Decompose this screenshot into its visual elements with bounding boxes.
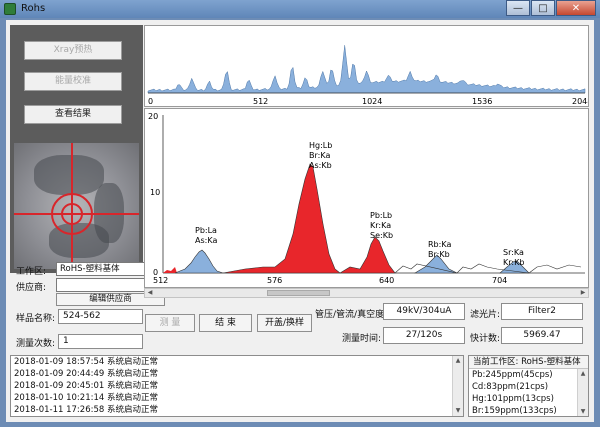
filter-value: Filter2: [501, 303, 583, 320]
end-button[interactable]: 结 束: [199, 314, 252, 332]
scroll-left-icon[interactable]: ◀: [145, 289, 155, 297]
system-log-list[interactable]: 2018-01-09 18:57:54 系统启动正常 2018-01-09 20…: [10, 355, 464, 417]
svg-text:As:Ka: As:Ka: [195, 236, 217, 245]
main-spectrum-chart[interactable]: 20 10 0 Pb:La As:Ka Hg:Lb Br:Ka As:Kb Pb…: [144, 108, 589, 288]
scroll-down-icon[interactable]: ▼: [578, 407, 588, 416]
work-area-value: RoHS-塑料基体: [60, 264, 120, 274]
measure-count-input[interactable]: 1: [58, 334, 143, 349]
results-list[interactable]: 当前工作区: RoHS-塑料基体 Pb:245ppm(45cps) Cd:83p…: [468, 355, 589, 417]
log-entry: 2018-01-09 20:44:49 系统启动正常: [14, 369, 158, 379]
result-entry: Pb:245ppm(45cps): [472, 370, 553, 380]
overview-spectrum-chart[interactable]: 0 512 1024 1536 2048: [144, 25, 592, 107]
x-tick-label: 704: [492, 276, 507, 285]
sample-name-label: 样品名称:: [16, 314, 56, 324]
crosshair-vertical: [71, 143, 73, 269]
count-rate-label: 快计数:: [470, 334, 501, 344]
peak-label-4: Rb:Ka Br:Kb: [428, 240, 451, 259]
tube-params-label: 管压/管流/真空度:: [315, 310, 388, 320]
result-entry: Cd:83ppm(21cps): [472, 382, 549, 392]
peak-label-5: Sr:Ka Kr:Kb: [503, 248, 524, 267]
close-button[interactable]: ✕: [556, 0, 596, 16]
svg-text:Kr:Ka: Kr:Ka: [370, 221, 391, 230]
scrollbar-thumb[interactable]: [267, 290, 330, 296]
minimize-button[interactable]: —: [506, 0, 530, 16]
overview-tick: 2048: [572, 97, 588, 106]
left-control-panel: Xray预热 能量校准 查看结果: [10, 25, 143, 273]
log-vertical-scrollbar[interactable]: ▲ ▼: [452, 356, 463, 416]
overview-tick: 512: [253, 97, 268, 106]
measure-time-label: 测量时间:: [342, 334, 382, 344]
app-icon: [4, 3, 16, 15]
main-spectrum-svg: 20 10 0 Pb:La As:Ka Hg:Lb Br:Ka As:Kb Pb…: [148, 112, 585, 285]
scroll-up-icon[interactable]: ▲: [453, 356, 463, 366]
svg-text:Pb:Lb: Pb:Lb: [370, 211, 392, 220]
measure-time-value: 27/120s: [383, 327, 465, 344]
view-results-button[interactable]: 查看结果: [24, 105, 122, 124]
window-title: Rohs: [21, 3, 46, 14]
scroll-up-icon[interactable]: ▲: [578, 369, 588, 379]
result-entry: Br:159ppm(133cps): [472, 406, 557, 416]
tube-params-value: 49kV/304uA: [383, 303, 465, 320]
peak-hg-lb: [222, 163, 341, 274]
overview-spectrum-svg: 0 512 1024 1536 2048: [147, 45, 592, 106]
svg-text:As:Kb: As:Kb: [309, 161, 332, 170]
overview-tick: 1536: [472, 97, 492, 106]
y-tick-label: 20: [148, 112, 158, 121]
x-tick-label: 576: [267, 276, 282, 285]
svg-text:Kr:Kb: Kr:Kb: [503, 258, 524, 267]
overview-tick: 0: [148, 97, 153, 106]
main-window: Xray预热 能量校准 查看结果 工作区: RoHS-塑料基体 ▼ 供应商: ▼…: [6, 20, 594, 422]
overview-tick: 1024: [362, 97, 382, 106]
log-entry: 2018-01-11 17:26:58 系统启动正常: [14, 405, 158, 415]
maximize-button[interactable]: □: [531, 0, 555, 16]
results-vertical-scrollbar[interactable]: ▲ ▼: [577, 369, 588, 416]
log-entry: 2018-01-09 18:57:54 系统启动正常: [14, 357, 158, 367]
title-bar: Rohs — □ ✕: [0, 0, 600, 18]
xray-preheat-button[interactable]: Xray预热: [24, 41, 122, 60]
svg-text:Br:Ka: Br:Ka: [309, 151, 330, 160]
x-tick-label: 512: [153, 276, 168, 285]
svg-text:Hg:Lb: Hg:Lb: [309, 141, 332, 150]
measure-button[interactable]: 测 量: [145, 314, 195, 332]
scroll-down-icon[interactable]: ▼: [453, 406, 463, 416]
filter-label: 滤光片:: [470, 310, 501, 320]
svg-text:Sr:Ka: Sr:Ka: [503, 248, 524, 257]
peak-pb-lb: [338, 236, 396, 274]
result-entry: Hg:101ppm(13cps): [472, 394, 554, 404]
open-cover-button[interactable]: 开盖/换样: [257, 314, 312, 332]
sample-name-input[interactable]: 524-562: [58, 309, 143, 324]
svg-text:Se:Kb: Se:Kb: [370, 231, 393, 240]
measure-count-label: 测量次数:: [16, 339, 56, 349]
peak-label-2: Hg:Lb Br:Ka As:Kb: [309, 141, 332, 170]
svg-text:Rb:Ka: Rb:Ka: [428, 240, 451, 249]
svg-text:Br:Kb: Br:Kb: [428, 250, 450, 259]
overview-spectrum-fill: [147, 45, 586, 94]
peak-pb-la: [174, 249, 224, 274]
spectrum-horizontal-scrollbar[interactable]: ◀ ▶: [144, 288, 589, 298]
window-controls: — □ ✕: [505, 0, 596, 17]
peak-label-3: Pb:Lb Kr:Ka Se:Kb: [370, 211, 393, 240]
energy-calibrate-button[interactable]: 能量校准: [24, 72, 122, 91]
scroll-right-icon[interactable]: ▶: [578, 289, 588, 297]
x-tick-label: 640: [379, 276, 394, 285]
results-header: 当前工作区: RoHS-塑料基体: [469, 356, 588, 369]
work-area-label: 工作区:: [16, 267, 47, 277]
supplier-label: 供应商:: [16, 283, 47, 293]
y-tick-label: 10: [150, 188, 160, 197]
count-rate-value: 5969.47: [501, 327, 583, 344]
sample-camera-view: [14, 143, 139, 269]
log-entry: 2018-01-10 10:21:14 系统启动正常: [14, 393, 158, 403]
svg-text:Pb:La: Pb:La: [195, 226, 217, 235]
peak-label-1: Pb:La As:Ka: [195, 226, 217, 245]
crosshair-horizontal: [14, 213, 139, 215]
log-entry: 2018-01-09 20:45:01 系统启动正常: [14, 381, 158, 391]
